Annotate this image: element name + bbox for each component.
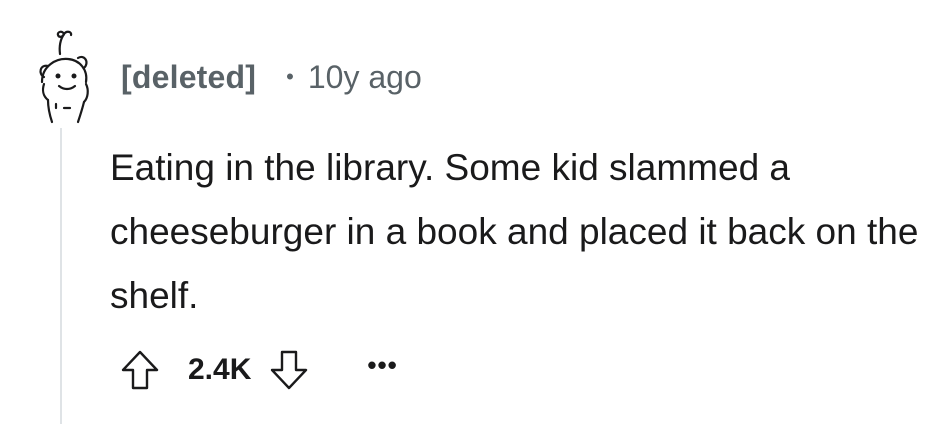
downvote-arrow-icon — [271, 350, 308, 390]
thread-line[interactable] — [60, 128, 62, 424]
comment-meta: [deleted] • 10y ago — [121, 56, 422, 98]
snoo-avatar-icon — [39, 30, 89, 124]
comment-body: Eating in the library. Some kid slammed … — [110, 147, 919, 316]
downvote-button[interactable] — [267, 347, 311, 393]
more-options-button[interactable]: ••• — [367, 352, 397, 385]
vote-score: 2.4K — [188, 353, 252, 386]
comment-actions: 2.4K ••• — [118, 342, 398, 398]
comment: [deleted] • 10y ago Eating in the librar… — [0, 0, 946, 424]
upvote-button[interactable] — [118, 347, 162, 393]
comment-timestamp: 10y ago — [307, 58, 422, 95]
upvote-arrow-icon — [121, 350, 159, 390]
author-name: [deleted] — [121, 58, 257, 95]
meta-separator: • — [286, 64, 294, 89]
avatar[interactable] — [34, 24, 96, 124]
